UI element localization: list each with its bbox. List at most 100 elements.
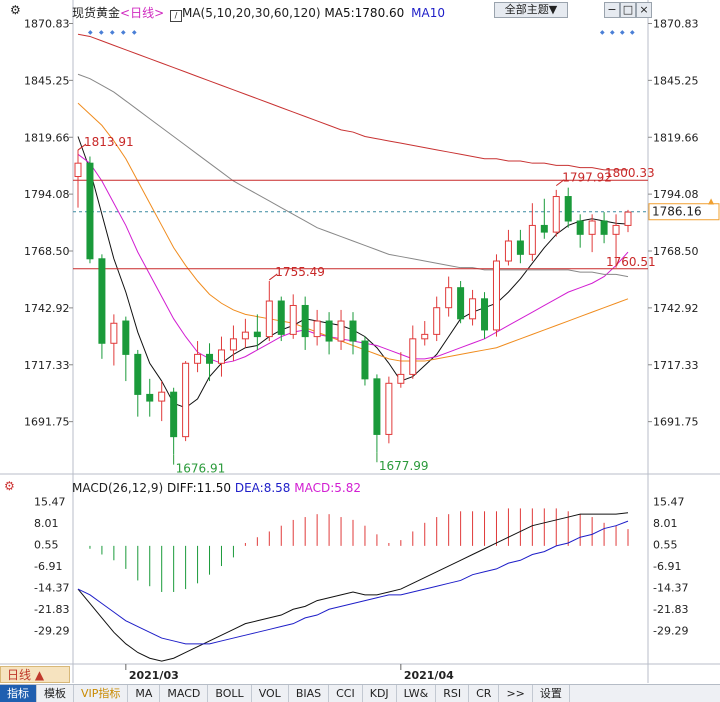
ma-icon: / <box>169 10 182 22</box>
annotation-label: 1797.92 <box>562 171 612 185</box>
tab-10[interactable]: LW& <box>397 685 437 702</box>
candle-body <box>469 298 477 320</box>
candle-body <box>624 211 632 226</box>
top-marker: ◆ <box>121 29 126 36</box>
candle-body <box>253 331 261 338</box>
level-label-0: 1800.33 <box>605 166 655 180</box>
candle-body <box>206 353 214 364</box>
candle-body <box>576 220 584 235</box>
macd-tick-right: 15.47 <box>653 495 685 508</box>
candle-body <box>289 304 297 335</box>
period-button-label: 日线 <box>7 668 32 682</box>
candle-body <box>457 287 465 320</box>
macd-dea: DEA:8.58 <box>234 481 291 495</box>
maximize-button[interactable]: □ <box>620 2 636 18</box>
price-tick-left: 1691.75 <box>24 416 70 429</box>
tab-2[interactable]: VIP指标 <box>74 685 129 702</box>
candle-body <box>373 378 381 435</box>
header-line: 现货黄金<日线> / MA(5,10,20,30,60,120) MA5:1780… <box>72 4 445 22</box>
candle-body <box>110 322 118 344</box>
candle-body <box>158 391 166 402</box>
top-marker: ◆ <box>99 29 104 36</box>
tab-0[interactable]: 指标 <box>0 685 37 702</box>
tab-4[interactable]: MACD <box>160 685 209 702</box>
symbol-name: 现货黄金 <box>72 6 121 20</box>
candle-body <box>445 287 453 309</box>
tab-1[interactable]: 模板 <box>37 685 74 702</box>
candle-body <box>528 224 536 255</box>
candle-body <box>492 260 500 331</box>
price-tick-left: 1870.83 <box>24 17 70 30</box>
last-price-label: 1786.16 <box>652 205 702 219</box>
candle-body <box>182 362 190 438</box>
tab-6[interactable]: VOL <box>252 685 289 702</box>
annotation-label: 1677.99 <box>379 459 429 473</box>
candle-body <box>122 320 130 355</box>
ma-line-ma120 <box>77 33 628 171</box>
tab-11[interactable]: RSI <box>436 685 470 702</box>
candle-body <box>600 220 608 235</box>
candle-body <box>86 162 94 260</box>
candle-body <box>516 240 524 255</box>
top-marker: ◆ <box>132 29 137 36</box>
close-button[interactable]: × <box>636 2 652 18</box>
macd-settings-icon[interactable]: ⚙ <box>4 479 15 493</box>
price-tick-right: 1870.83 <box>653 17 699 30</box>
period-label: <日线> <box>120 6 165 20</box>
annotation-label: 1813.91 <box>84 135 134 149</box>
candle-body <box>337 320 345 342</box>
candle-body <box>421 333 429 340</box>
candle-body <box>349 320 357 342</box>
candle-body <box>361 340 369 380</box>
price-tick-right: 1845.25 <box>653 74 699 87</box>
settings-icon[interactable]: ⚙ <box>10 3 21 17</box>
price-tick-left: 1845.25 <box>24 74 70 87</box>
candle-body <box>481 298 489 331</box>
macd-tick-left: -14.37 <box>34 581 69 594</box>
macd-header: MACD(26,12,9) DIFF:11.50 DEA:8.58 MACD:5… <box>72 481 361 495</box>
ma10-value: MA10 <box>411 6 445 20</box>
candle-body <box>313 320 321 338</box>
candle-body <box>564 196 572 222</box>
tab-7[interactable]: BIAS <box>289 685 330 702</box>
macd-name[interactable]: MACD(26,12,9) <box>72 481 163 495</box>
price-tick-right: 1742.92 <box>653 302 699 315</box>
candle-body <box>552 196 560 233</box>
tab-12[interactable]: CR <box>469 685 500 702</box>
tab-14[interactable]: 设置 <box>533 685 570 702</box>
candle-body <box>397 373 405 384</box>
tab-8[interactable]: CCI <box>329 685 363 702</box>
candle-body <box>385 382 393 435</box>
macd-tick-right: -14.37 <box>653 581 688 594</box>
candle-body <box>301 304 309 338</box>
price-tick-left: 1768.50 <box>24 245 70 258</box>
price-tick-right: 1794.08 <box>653 188 699 201</box>
period-button[interactable]: 日线 ▲ <box>0 666 70 683</box>
level-label-1: 1760.51 <box>606 255 656 269</box>
tab-13[interactable]: >> <box>499 685 533 702</box>
minimize-button[interactable]: − <box>604 2 620 18</box>
macd-tick-right: 8.01 <box>653 517 678 530</box>
candle-body <box>170 391 178 438</box>
top-marker: ◆ <box>610 29 615 36</box>
tab-3[interactable]: MA <box>128 685 161 702</box>
ma-params[interactable]: MA(5,10,20,30,60,120) <box>182 6 321 20</box>
tab-9[interactable]: KDJ <box>363 685 397 702</box>
chart-canvas: 1870.83 1845.25 1819.66 1794.08 1768.50 1742.… <box>0 0 720 683</box>
x-axis-label: 2021/04 <box>404 669 454 682</box>
macd-tick-left: 0.55 <box>34 538 59 551</box>
annotation-label: 1676.91 <box>176 462 226 476</box>
top-marker: ◆ <box>88 29 93 36</box>
theme-dropdown[interactable]: 全部主题▼ <box>494 2 568 18</box>
candle-body <box>265 300 273 338</box>
tab-5[interactable]: BOLL <box>208 685 252 702</box>
annotation-label: 1755.49 <box>275 265 325 279</box>
price-tick-right: 1768.50 <box>653 245 699 258</box>
macd-tick-right: -29.29 <box>653 624 688 637</box>
candle-body <box>540 224 548 233</box>
price-tick-right: 1717.33 <box>653 359 699 372</box>
top-marker: ◆ <box>630 29 635 36</box>
price-tick-right: 1691.75 <box>653 416 699 429</box>
macd-tick-left: 8.01 <box>34 517 59 530</box>
ma-line-ma5 <box>77 136 629 409</box>
